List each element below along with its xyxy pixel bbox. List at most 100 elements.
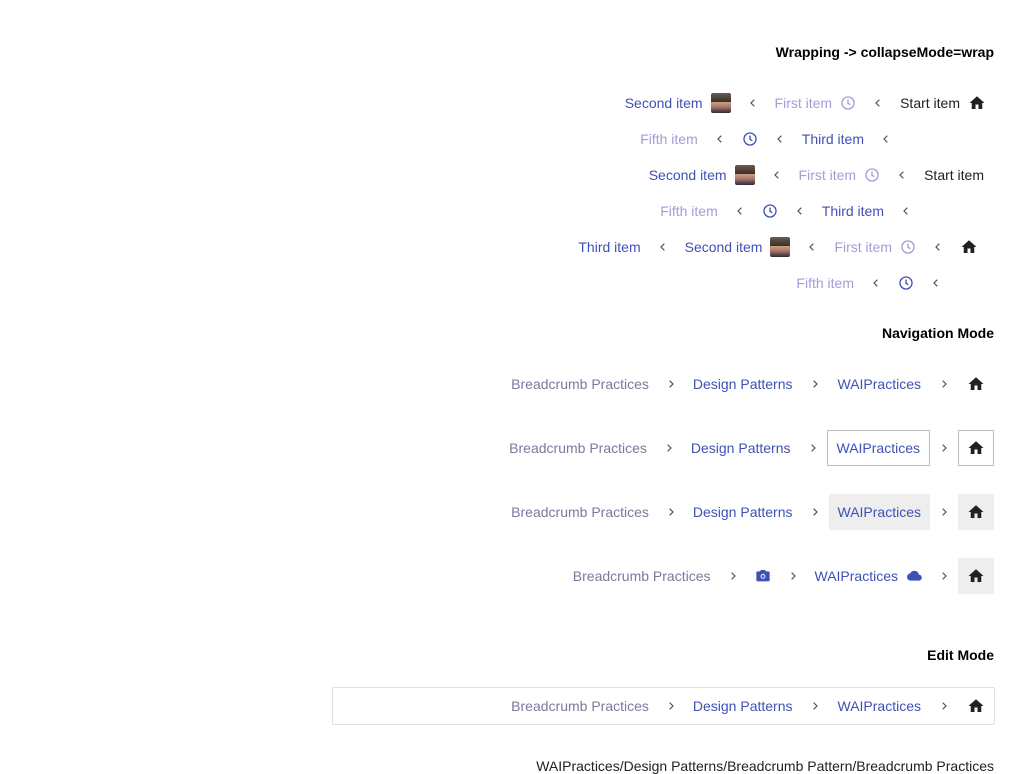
- chevron-left-icon: [930, 239, 946, 255]
- chevron-right-icon: [725, 568, 741, 584]
- breadcrumb-item-fifth: Fifth item: [788, 267, 862, 299]
- item-label: Design Patterns: [692, 504, 793, 520]
- breadcrumb-item-first: First item: [791, 159, 889, 191]
- chevron-right-icon: [807, 698, 823, 714]
- breadcrumb-edit: WAIPractices Design Patterns Breadcrumb …: [503, 688, 994, 724]
- breadcrumb-item-home[interactable]: [958, 430, 994, 466]
- item-label: WAIPractices: [837, 504, 922, 520]
- breadcrumb-item-home[interactable]: [958, 366, 994, 402]
- breadcrumb-item-start[interactable]: Start item: [892, 87, 994, 119]
- breadcrumb-item-camera[interactable]: [747, 560, 779, 592]
- avatar: [770, 237, 791, 257]
- chevron-left-icon: [792, 203, 808, 219]
- home-icon: [967, 439, 985, 457]
- edit-heading: Edit Mode: [927, 647, 994, 663]
- chevron-right-icon: [805, 440, 821, 456]
- breadcrumb-item-breadcrumb-practices: Breadcrumb Practices: [503, 496, 657, 528]
- item-label: WAIPractices: [837, 698, 922, 714]
- chevron-right-icon: [807, 376, 823, 392]
- breadcrumb-item-waipractices[interactable]: WAIPractices: [828, 494, 930, 530]
- item-label: Start item: [924, 167, 984, 183]
- chevron-left-icon: [655, 239, 671, 255]
- clock-icon: [900, 239, 916, 255]
- clock-icon: [840, 95, 856, 111]
- chevron-left-icon: [745, 95, 761, 111]
- item-label: WAIPractices: [837, 376, 922, 392]
- breadcrumb-item-second[interactable]: Second item: [677, 231, 799, 263]
- breadcrumb-item-home[interactable]: [958, 558, 994, 594]
- breadcrumb-item-home[interactable]: [958, 688, 994, 724]
- breadcrumb-item-clock[interactable]: [890, 267, 922, 299]
- breadcrumb-item-waipractices[interactable]: WAIPractices: [829, 688, 931, 724]
- chevron-right-icon: [663, 504, 679, 520]
- breadcrumb-item-design-patterns[interactable]: Design Patterns: [685, 496, 801, 528]
- item-label: Breadcrumb Practices: [511, 376, 649, 392]
- breadcrumb-item-third[interactable]: Third item: [814, 195, 892, 227]
- chevron-left-icon: [868, 275, 884, 291]
- chevron-right-icon: [661, 440, 677, 456]
- clock-icon: [864, 167, 880, 183]
- breadcrumb-wrap-1-line2: Third item Fifth item: [632, 123, 900, 155]
- home-icon: [960, 238, 978, 256]
- item-label: Second item: [624, 95, 703, 111]
- clock-icon: [898, 275, 914, 291]
- breadcrumb-item-home[interactable]: [958, 494, 994, 530]
- chevron-right-icon: [936, 698, 952, 714]
- breadcrumb-wrap-2: Start item First item Second item: [641, 159, 992, 191]
- item-label: Third item: [801, 131, 864, 147]
- breadcrumb-item-fifth: Fifth item: [652, 195, 726, 227]
- chevron-left-icon: [772, 131, 788, 147]
- chevron-right-icon: [936, 504, 952, 520]
- breadcrumb-item-design-patterns[interactable]: Design Patterns: [685, 690, 801, 722]
- breadcrumb-nav-icons: WAIPractices Breadcrumb Practices: [565, 558, 994, 594]
- chevron-left-icon: [898, 203, 914, 219]
- breadcrumb-item-second[interactable]: Second item: [641, 159, 763, 191]
- item-label: Breadcrumb Practices: [509, 440, 647, 456]
- home-icon: [968, 94, 986, 112]
- breadcrumb-item-first: First item: [826, 231, 924, 263]
- item-label: Third item: [821, 203, 884, 219]
- breadcrumb-item-start[interactable]: Start item: [916, 159, 992, 191]
- item-label: Design Patterns: [692, 698, 793, 714]
- breadcrumb-wrap-2-line2: Third item Fifth item: [652, 195, 920, 227]
- breadcrumb-nav-filled: WAIPractices Design Patterns Breadcrumb …: [503, 494, 994, 530]
- chevron-right-icon: [663, 698, 679, 714]
- breadcrumb-item-clock[interactable]: [754, 195, 786, 227]
- clock-icon: [762, 203, 778, 219]
- item-label: Design Patterns: [692, 376, 793, 392]
- home-icon: [967, 567, 985, 585]
- navigation-heading: Navigation Mode: [881, 325, 994, 341]
- chevron-left-icon: [769, 167, 785, 183]
- wrapping-heading: Wrapping -> collapseMode=wrap: [775, 44, 994, 60]
- item-label: Breadcrumb Practices: [511, 504, 649, 520]
- chevron-left-icon: [712, 131, 728, 147]
- item-label: Fifth item: [640, 131, 698, 147]
- chevron-left-icon: [870, 95, 886, 111]
- breadcrumb-item-design-patterns[interactable]: Design Patterns: [683, 432, 799, 464]
- chevron-left-icon: [878, 131, 894, 147]
- breadcrumb-nav-outlined: WAIPractices Design Patterns Breadcrumb …: [501, 430, 994, 466]
- avatar: [710, 93, 731, 113]
- item-label: First item: [774, 95, 833, 111]
- item-label: Third item: [578, 239, 641, 255]
- breadcrumb-item-waipractices[interactable]: WAIPractices: [826, 430, 930, 466]
- breadcrumb-item-home[interactable]: [952, 231, 986, 263]
- breadcrumb-item-third[interactable]: Third item: [570, 231, 648, 263]
- breadcrumb-wrap-1: Start item First item Second item: [617, 87, 994, 119]
- breadcrumb-item-first: First item: [767, 87, 865, 119]
- item-label: Design Patterns: [690, 440, 791, 456]
- breadcrumb-item-second[interactable]: Second item: [617, 87, 739, 119]
- breadcrumb-item-third[interactable]: Third item: [794, 123, 872, 155]
- breadcrumb-path-text[interactable]: WAIPractices/Design Patterns/Breadcrumb …: [536, 758, 994, 774]
- item-label: Fifth item: [660, 203, 718, 219]
- breadcrumb-item-clock[interactable]: [734, 123, 766, 155]
- chevron-right-icon: [936, 376, 952, 392]
- breadcrumb-item-design-patterns[interactable]: Design Patterns: [685, 368, 801, 400]
- camera-icon: [755, 568, 771, 584]
- chevron-left-icon: [928, 275, 944, 291]
- home-icon: [967, 503, 985, 521]
- chevron-right-icon: [936, 440, 952, 456]
- breadcrumb-item-waipractices[interactable]: WAIPractices: [829, 366, 931, 402]
- item-label: Fifth item: [796, 275, 854, 291]
- breadcrumb-item-waipractices[interactable]: WAIPractices: [807, 560, 931, 592]
